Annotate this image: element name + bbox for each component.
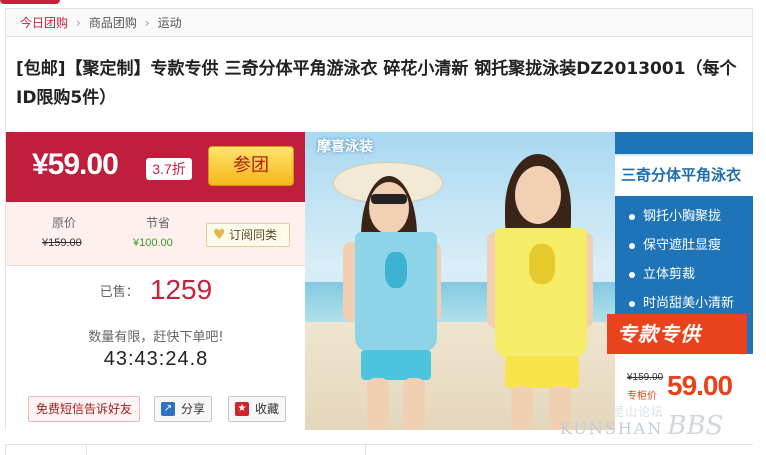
share-icon: ↗: [161, 402, 175, 416]
product-title-box: [包邮]【聚定制】专款专供 三奇分体平角游泳衣 碎花小清新 钢托聚拢泳装DZ20…: [5, 36, 753, 132]
savings-label: 节省: [146, 216, 171, 230]
savings-value: ¥100.00: [133, 237, 173, 249]
sms-share-button[interactable]: 免费短信告诉好友: [28, 396, 140, 422]
breadcrumb-goods-deals[interactable]: 商品团购: [89, 14, 137, 31]
original-price-value: ¥159.00: [42, 237, 82, 249]
watermark-en: KUNSHAN: [560, 419, 664, 438]
limited-quantity-text: 数量有限，赶快下单吧!: [88, 330, 224, 345]
bottom-tab-strip: [5, 444, 753, 455]
chevron-right-icon: ›: [144, 15, 150, 30]
feature-item: 钢托小胸聚拢: [629, 202, 734, 231]
deal-panel: ¥59.00 3.7折 参团 原价 ¥159.00 节省 ¥100.00 ♥ 订…: [5, 132, 305, 430]
price-info-row: 原价 ¥159.00 节省 ¥100.00 ♥ 订阅同类: [6, 202, 305, 266]
favorite-button[interactable]: ★ 收藏: [228, 396, 286, 422]
join-deal-button[interactable]: 参团: [208, 146, 294, 186]
countdown-timer: 43:43:24.8: [103, 348, 209, 370]
breadcrumb: 今日团购 › 商品团购 › 运动: [5, 8, 753, 36]
chevron-right-icon: ›: [76, 15, 81, 30]
share-label: 分享: [181, 402, 206, 416]
share-row: 免费短信告诉好友 ↗ 分享 ★ 收藏: [6, 394, 306, 424]
promo-now-label: 专柜价: [627, 391, 657, 402]
breadcrumb-today-deals[interactable]: 今日团购: [20, 14, 68, 31]
promo-old-price: ¥159.00: [627, 372, 664, 383]
product-banner-image[interactable]: 摩喜泳装 三奇分体平角泳衣 钢托小胸聚拢 保守遮肚显瘦 立体剪裁 时尚甜美小清新…: [305, 132, 753, 430]
product-title: [包邮]【聚定制】专款专供 三奇分体平角游泳衣 碎花小清新 钢托聚拢泳装DZ20…: [16, 59, 737, 108]
heart-icon: ♥: [213, 227, 226, 243]
model-left-figure: [325, 132, 465, 430]
watermark-cn: 昆山论坛: [612, 405, 665, 419]
sold-count: 1259: [149, 274, 213, 305]
sold-count-row: 已售： 1259: [6, 274, 306, 306]
share-button[interactable]: ↗ 分享: [154, 396, 212, 422]
top-corner-accent: [0, 0, 60, 4]
discount-badge: 3.7折: [146, 158, 192, 180]
special-offer-banner: 专款专供: [607, 314, 747, 354]
feature-card: 三奇分体平角泳衣 钢托小胸聚拢 保守遮肚显瘦 立体剪裁 时尚甜美小清新 ¥159…: [615, 132, 753, 430]
feature-item: 保守遮肚显瘦: [629, 231, 734, 260]
model-right-figure: [465, 132, 615, 430]
sold-label: 已售：: [99, 284, 139, 300]
subscribe-similar-button[interactable]: ♥ 订阅同类: [206, 223, 290, 247]
favorite-label: 收藏: [255, 402, 280, 416]
feature-item: 立体剪裁: [629, 260, 734, 289]
watermark-bbs: BBS: [667, 411, 724, 441]
promo-now-price: 59.00: [667, 370, 733, 401]
breadcrumb-sports[interactable]: 运动: [158, 14, 182, 31]
watermark-logo: 昆山论坛 KUNSHAN BBS: [560, 405, 724, 441]
feature-card-title: 三奇分体平角泳衣: [621, 166, 742, 184]
deal-price: ¥59.00: [32, 148, 119, 181]
subscribe-label: 订阅同类: [229, 228, 278, 242]
star-icon: ★: [235, 402, 249, 416]
sunglasses: [371, 194, 407, 204]
price-bar: ¥59.00 3.7折 参团: [6, 132, 305, 202]
original-price-label: 原价: [52, 216, 77, 230]
feature-list: 钢托小胸聚拢 保守遮肚显瘦 立体剪裁 时尚甜美小清新: [629, 202, 734, 318]
bottom-divider: [365, 445, 366, 455]
bottom-tab[interactable]: [5, 445, 87, 455]
